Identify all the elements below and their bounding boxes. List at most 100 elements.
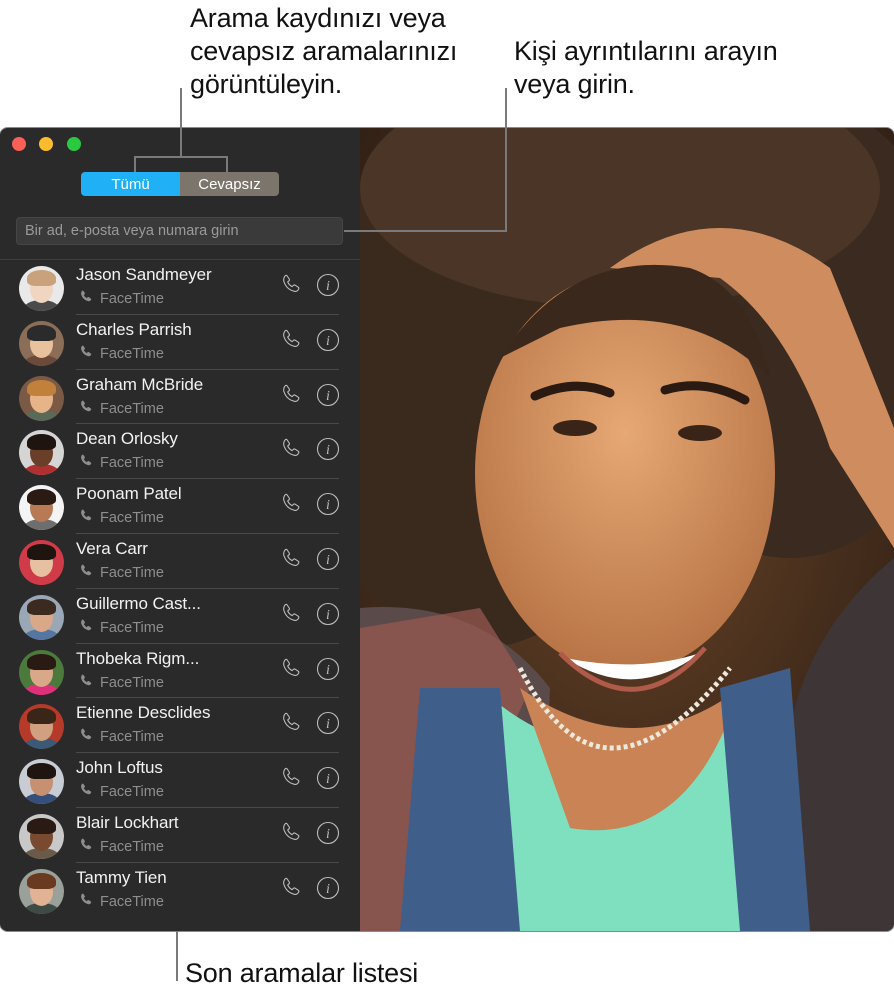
avatar-hair (27, 270, 56, 286)
recent-call-row[interactable]: Poonam Patel FaceTime i (0, 479, 360, 534)
tab-missed[interactable]: Cevapsız (180, 172, 279, 196)
info-icon: i (316, 547, 340, 575)
close-button[interactable] (12, 137, 26, 151)
recent-call-row[interactable]: Thobeka Rigm... FaceTime i (0, 644, 360, 699)
phone-icon (279, 439, 303, 465)
recent-call-row[interactable]: Tammy Tien FaceTime i (0, 863, 360, 918)
facetime-window: Tümü Cevapsız Jason SandmeyerFaceTimeiCh… (0, 128, 894, 931)
info-button[interactable]: i (316, 821, 340, 845)
leader-search-vertical (505, 88, 507, 231)
phone-icon (279, 767, 303, 794)
phone-icon (279, 713, 303, 739)
call-button[interactable] (279, 383, 303, 407)
contact-name: Jason Sandmeyer (76, 265, 212, 284)
svg-text:i: i (326, 608, 330, 623)
svg-text:i: i (326, 663, 330, 678)
call-button[interactable] (279, 711, 303, 735)
call-type: FaceTime (78, 837, 164, 857)
info-button[interactable]: i (316, 547, 340, 571)
avatar-hair (27, 598, 56, 615)
call-button[interactable] (279, 602, 303, 626)
leader-search-horizontal (344, 230, 507, 232)
info-button[interactable]: i (316, 492, 340, 516)
call-type: FaceTime (78, 399, 164, 419)
call-button[interactable] (279, 821, 303, 845)
recent-call-row[interactable]: Blair Lockhart FaceTime i (0, 808, 360, 863)
info-icon: i (316, 712, 340, 739)
avatar (19, 485, 64, 531)
call-type: FaceTime (78, 289, 164, 309)
call-button[interactable] (279, 273, 303, 297)
callout-filter: Arama kaydınızı veya cevapsız aramaların… (190, 3, 458, 99)
avatar (19, 649, 64, 695)
leader-filter-left (134, 156, 136, 172)
avatar (19, 759, 64, 805)
avatar (19, 539, 64, 585)
avatar (19, 430, 64, 476)
phone-icon (78, 289, 94, 309)
info-icon: i (316, 273, 340, 301)
info-button[interactable]: i (316, 876, 340, 900)
call-type-label: FaceTime (100, 455, 164, 472)
phone-icon (78, 399, 94, 419)
call-type-label: FaceTime (100, 893, 164, 910)
call-button[interactable] (279, 328, 303, 352)
avatar-hair (27, 763, 56, 780)
info-icon: i (316, 383, 340, 411)
recent-call-row[interactable]: Charles Parrish FaceTime i (0, 315, 360, 370)
svg-text:i: i (326, 772, 330, 787)
call-button[interactable] (279, 492, 303, 516)
phone-icon (78, 618, 94, 638)
zoom-button[interactable] (67, 137, 81, 151)
call-type: FaceTime (78, 618, 164, 638)
call-type-label: FaceTime (100, 400, 164, 417)
recent-call-row[interactable]: Guillermo Cast... FaceTime i (0, 589, 360, 644)
info-button[interactable]: i (316, 328, 340, 352)
minimize-button[interactable] (39, 137, 53, 151)
recent-call-row[interactable]: Etienne Desclides FaceTime i (0, 698, 360, 754)
call-type: FaceTime (78, 727, 164, 747)
phone-icon (78, 782, 94, 802)
svg-text:i: i (326, 827, 330, 842)
avatar (19, 594, 64, 640)
info-button[interactable]: i (316, 602, 340, 626)
avatar-hair (27, 379, 56, 396)
phone-icon (78, 508, 94, 528)
call-button[interactable] (279, 547, 303, 571)
info-button[interactable]: i (316, 657, 340, 681)
search-input[interactable] (16, 217, 343, 245)
recent-call-row[interactable]: Vera Carr FaceTime i (0, 534, 360, 589)
svg-text:i: i (326, 443, 330, 458)
info-button[interactable]: i (316, 766, 340, 790)
recent-call-row[interactable]: Jason Sandmeyer FaceTime i (0, 260, 360, 315)
recent-call-row[interactable]: John Loftus FaceTime i (0, 753, 360, 808)
avatar-hair (27, 708, 56, 725)
info-button[interactable]: i (316, 273, 340, 297)
svg-text:i: i (326, 389, 330, 404)
call-button[interactable] (279, 437, 303, 461)
sidebar: Tümü Cevapsız Jason SandmeyerFaceTimeiCh… (0, 128, 360, 931)
recents-list: Jason Sandmeyer FaceTime i Charles Parrish F… (0, 260, 360, 918)
info-icon: i (316, 602, 340, 630)
info-button[interactable]: i (316, 711, 340, 735)
contact-name: John Loftus (76, 758, 163, 778)
call-type-label: FaceTime (100, 619, 164, 636)
svg-text:i: i (326, 717, 330, 732)
recent-call-row[interactable]: Graham McBride FaceTime i (0, 370, 360, 425)
call-type-label: FaceTime (100, 564, 164, 581)
phone-icon (279, 877, 303, 904)
call-button[interactable] (279, 657, 303, 681)
avatar (19, 320, 64, 366)
call-button[interactable] (279, 876, 303, 900)
phone-icon (78, 563, 94, 583)
info-button[interactable]: i (316, 437, 340, 461)
recent-call-row[interactable]: Dean Orlosky FaceTime i (0, 424, 360, 480)
info-button[interactable]: i (316, 383, 340, 407)
call-type: FaceTime (78, 563, 164, 583)
info-icon: i (316, 493, 340, 520)
call-type-label: FaceTime (100, 838, 164, 855)
tab-all[interactable]: Tümü (81, 172, 180, 196)
svg-text:i: i (326, 334, 330, 349)
call-button[interactable] (279, 766, 303, 790)
info-icon: i (316, 767, 340, 794)
